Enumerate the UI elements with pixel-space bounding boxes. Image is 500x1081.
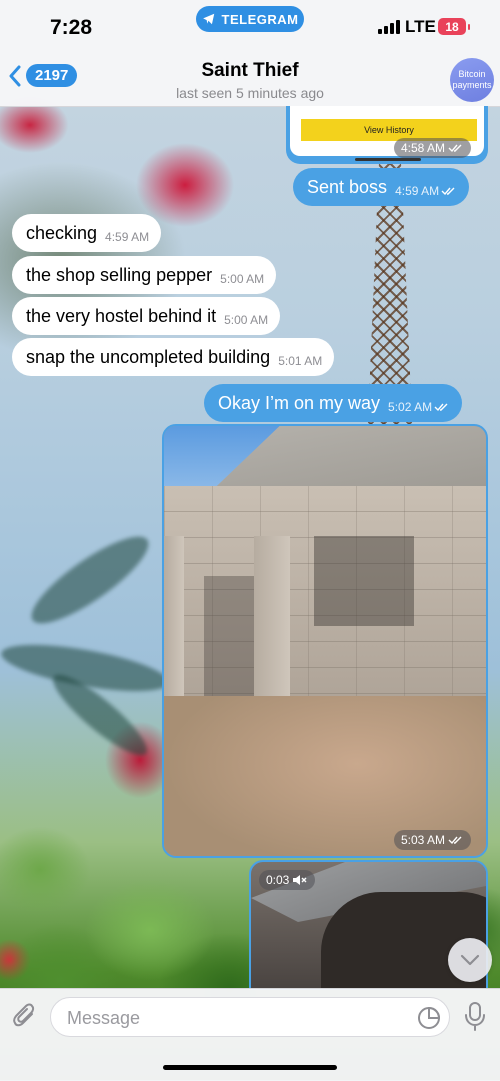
incoming-message[interactable]: checking 4:59 AM: [12, 214, 162, 252]
message-time: 5:00 AM: [224, 313, 269, 327]
chevron-down-icon: [460, 954, 480, 966]
incoming-message[interactable]: snap the uncompleted building 5:01 AM: [12, 338, 335, 376]
incoming-message[interactable]: the shop selling pepper 5:00 AM: [12, 256, 277, 294]
photo-message[interactable]: 5:03 AM: [162, 424, 488, 858]
message-time: 4:58 AM: [394, 138, 472, 158]
double-check-icon: [441, 187, 455, 196]
chat-header: 7:28 TELEGRAM LTE 18 2197 Saint Thief la…: [0, 0, 500, 107]
app-pill-label: TELEGRAM: [221, 11, 299, 27]
return-to-telegram-pill[interactable]: TELEGRAM: [196, 6, 304, 32]
message-field[interactable]: [50, 997, 450, 1037]
message-text: the shop selling pepper: [26, 264, 213, 285]
video-duration: 0:03: [259, 870, 316, 890]
outgoing-message[interactable]: Sent boss 4:59 AM: [293, 168, 470, 206]
microphone-icon[interactable]: [464, 1001, 486, 1031]
preview-home-bar: [355, 158, 421, 161]
message-text: Sent boss: [307, 176, 388, 197]
message-time: 5:03 AM: [394, 830, 472, 850]
double-check-icon: [434, 403, 448, 412]
home-indicator: [163, 1065, 337, 1070]
double-check-icon: [448, 836, 462, 845]
double-check-icon: [448, 144, 462, 153]
time-label: 5:03 AM: [401, 833, 446, 847]
signal-icon: [378, 20, 400, 34]
status-time: 7:28: [50, 16, 93, 39]
sticker-icon[interactable]: [417, 1006, 441, 1030]
message-text: Okay I’m on my way: [218, 392, 381, 413]
time-label: 4:59 AM: [395, 184, 440, 198]
message-text: checking: [26, 222, 98, 243]
message-time: 5:02 AM: [388, 400, 450, 414]
photo-window: [314, 536, 414, 626]
incoming-message[interactable]: the very hostel behind it 5:00 AM: [12, 297, 281, 335]
telegram-plane-icon: [202, 13, 214, 25]
message-time: 5:01 AM: [278, 354, 323, 368]
last-seen-status: last seen 5 minutes ago: [176, 85, 324, 101]
message-time: 4:59 AM: [105, 230, 150, 244]
message-text: snap the uncompleted building: [26, 346, 271, 367]
message-input[interactable]: [65, 1004, 409, 1032]
time-label: 4:58 AM: [401, 141, 446, 155]
network-type: LTE: [405, 17, 436, 36]
composer-bar: [0, 988, 500, 1081]
battery-indicator: 18: [438, 18, 470, 35]
message-time: 4:59 AM: [395, 184, 457, 198]
chat-title[interactable]: Saint Thief: [0, 60, 500, 82]
mute-icon: [293, 875, 307, 885]
message-time: 5:00 AM: [220, 272, 265, 286]
time-label: 5:02 AM: [388, 400, 433, 414]
paperclip-icon[interactable]: [12, 1003, 38, 1031]
scroll-to-bottom-button[interactable]: [448, 938, 492, 982]
outgoing-message[interactable]: Okay I’m on my way 5:02 AM: [204, 384, 463, 422]
avatar[interactable]: Bitcoin payments: [450, 58, 494, 102]
message-text: the very hostel behind it: [26, 305, 217, 326]
duration-label: 0:03: [266, 873, 290, 887]
